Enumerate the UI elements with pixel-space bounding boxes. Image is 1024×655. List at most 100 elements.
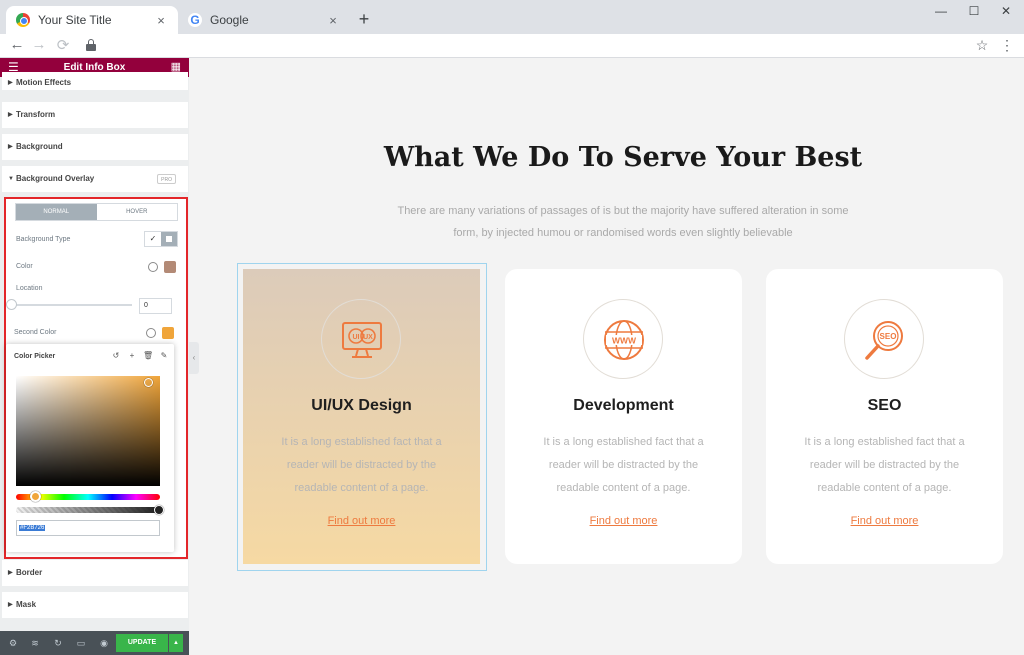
color-label: Color xyxy=(16,263,33,270)
location-slider-handle[interactable] xyxy=(6,299,17,310)
add-color-icon[interactable]: + xyxy=(127,351,137,360)
eyedropper-icon[interactable]: ✎ xyxy=(159,351,169,360)
tab-hover[interactable]: HOVER xyxy=(97,204,178,220)
collapse-panel-icon[interactable]: ‹ xyxy=(189,342,199,374)
color-picker-popover: Color Picker ↺ + 🗑 ✎ #F2B726 xyxy=(6,344,174,552)
navigator-layers-icon[interactable]: ≋ xyxy=(29,637,41,649)
settings-gear-icon[interactable]: ⚙ xyxy=(7,637,19,649)
ui-ux-monitor-icon: UI UX xyxy=(342,322,382,358)
find-out-more-link[interactable]: Find out more xyxy=(766,515,1003,527)
lock-icon xyxy=(86,39,96,51)
www-globe-icon: WWW xyxy=(604,320,644,360)
background-type-label: Background Type xyxy=(16,236,71,243)
location-input[interactable]: 0 xyxy=(139,298,172,314)
background-type-choice: ✓ xyxy=(144,231,178,247)
tab-label: Your Site Title xyxy=(38,13,112,27)
caret-right-icon: ▶ xyxy=(8,112,13,118)
panel-footer: ⚙ ≋ ↻ ▭ ◉ UPDATE ▲ xyxy=(0,631,189,655)
section-motion-effects[interactable]: ▶ Motion Effects xyxy=(2,72,188,90)
color-picker-title: Color Picker xyxy=(14,353,56,360)
new-tab-icon[interactable]: + xyxy=(354,9,374,30)
classic-brush-icon[interactable]: ✓ xyxy=(145,232,161,246)
browser-menu-icon[interactable]: ⋮ xyxy=(998,37,1016,54)
section-background-overlay[interactable]: ▼ Background Overlay PRO xyxy=(2,166,188,192)
icon-circle: SEO xyxy=(844,299,924,379)
tab-label: Google xyxy=(210,13,249,27)
tab-google[interactable]: G Google × xyxy=(178,6,350,34)
section-label: Background xyxy=(16,142,63,151)
forward-arrow-icon[interactable]: → xyxy=(30,36,48,53)
google-favicon-icon: G xyxy=(188,13,202,27)
icon-circle: UI UX xyxy=(321,299,401,379)
update-button[interactable]: UPDATE xyxy=(116,634,168,652)
tab-normal[interactable]: NORMAL xyxy=(16,204,97,220)
icon-circle: WWW xyxy=(583,299,663,379)
minimize-icon[interactable]: — xyxy=(931,4,951,18)
bookmark-star-icon[interactable]: ☆ xyxy=(973,37,991,54)
global-colors-icon[interactable] xyxy=(148,262,158,272)
section-background[interactable]: ▶ Background xyxy=(2,134,188,160)
info-box-seo[interactable]: SEO SEO It is a long established fact th… xyxy=(766,269,1003,564)
svg-text:WWW: WWW xyxy=(612,336,637,346)
back-arrow-icon[interactable]: ← xyxy=(8,36,26,53)
card-title: Development xyxy=(573,397,674,414)
card-title: SEO xyxy=(867,397,902,414)
browser-toolbar: ← → ⟳ ☆ ⋮ xyxy=(0,34,1024,58)
opacity-slider[interactable] xyxy=(16,507,160,513)
info-box-development[interactable]: WWW Development It is a long established… xyxy=(505,269,742,564)
responsive-mode-icon[interactable]: ▭ xyxy=(75,637,87,649)
color-swatch[interactable] xyxy=(164,261,176,273)
section-transform[interactable]: ▶ Transform xyxy=(2,102,188,128)
browser-titlebar: Your Site Title × G Google × + — ☐ ✕ xyxy=(0,0,1024,34)
reset-icon[interactable]: ↺ xyxy=(111,351,121,360)
card-text: It is a long established fact that a rea… xyxy=(281,436,442,494)
info-box-ui-ux[interactable]: UI UX UI/UX Design It is a long establis… xyxy=(243,269,480,564)
reload-icon[interactable]: ⟳ xyxy=(54,36,72,54)
opacity-handle[interactable] xyxy=(154,505,164,515)
page-intro: There are many variations of passages of… xyxy=(397,205,849,239)
page-title: What We Do To Serve Your Best xyxy=(383,142,863,173)
history-icon[interactable]: ↻ xyxy=(52,637,64,649)
maximize-icon[interactable]: ☐ xyxy=(964,4,984,18)
close-icon[interactable]: × xyxy=(326,13,340,28)
trash-icon[interactable]: 🗑 xyxy=(143,351,153,360)
gradient-icon[interactable] xyxy=(161,232,177,246)
second-color-swatch[interactable] xyxy=(162,327,174,339)
svg-text:UI: UI xyxy=(353,334,360,341)
card-text: It is a long established fact that a rea… xyxy=(543,436,704,494)
find-out-more-link[interactable]: Find out more xyxy=(505,515,742,527)
tab-your-site-title[interactable]: Your Site Title × xyxy=(6,6,178,34)
saturation-area[interactable] xyxy=(16,376,160,486)
editor-panel: ☰ Edit Info Box ▦ ▶ Motion Effects ▶ Tra… xyxy=(0,58,189,655)
card-text: It is a long established fact that a rea… xyxy=(804,436,965,494)
saturation-handle[interactable] xyxy=(144,378,153,387)
svg-text:UX: UX xyxy=(363,334,373,341)
pro-badge: PRO xyxy=(157,174,176,184)
state-tabs: NORMAL HOVER xyxy=(15,203,178,221)
caret-right-icon: ▶ xyxy=(8,602,13,608)
hex-color-input[interactable]: #F2B726 xyxy=(16,520,160,536)
close-icon[interactable]: × xyxy=(154,13,168,28)
window-close-icon[interactable]: ✕ xyxy=(996,4,1016,18)
section-mask[interactable]: ▶ Mask xyxy=(2,592,188,618)
section-label: Transform xyxy=(16,110,56,119)
seo-magnifier-icon: SEO xyxy=(865,321,903,360)
location-slider-track[interactable] xyxy=(12,304,132,306)
card-title: UI/UX Design xyxy=(311,397,412,414)
caret-right-icon: ▶ xyxy=(8,80,13,86)
section-label: Background Overlay xyxy=(16,174,95,183)
find-out-more-link[interactable]: Find out more xyxy=(243,515,480,527)
caret-down-icon: ▼ xyxy=(8,176,14,182)
section-label: Mask xyxy=(16,600,37,609)
section-border[interactable]: ▶ Border xyxy=(2,560,188,586)
section-label: Border xyxy=(16,568,43,577)
second-color-label: Second Color xyxy=(14,329,57,336)
preview-eye-icon[interactable]: ◉ xyxy=(98,637,110,649)
global-colors-icon[interactable] xyxy=(146,328,156,338)
hue-handle[interactable] xyxy=(30,491,41,502)
update-options-icon[interactable]: ▲ xyxy=(169,634,183,652)
caret-right-icon: ▶ xyxy=(8,570,13,576)
svg-text:SEO: SEO xyxy=(880,332,897,341)
hex-value: #F2B726 xyxy=(19,525,46,531)
caret-right-icon: ▶ xyxy=(8,144,13,150)
